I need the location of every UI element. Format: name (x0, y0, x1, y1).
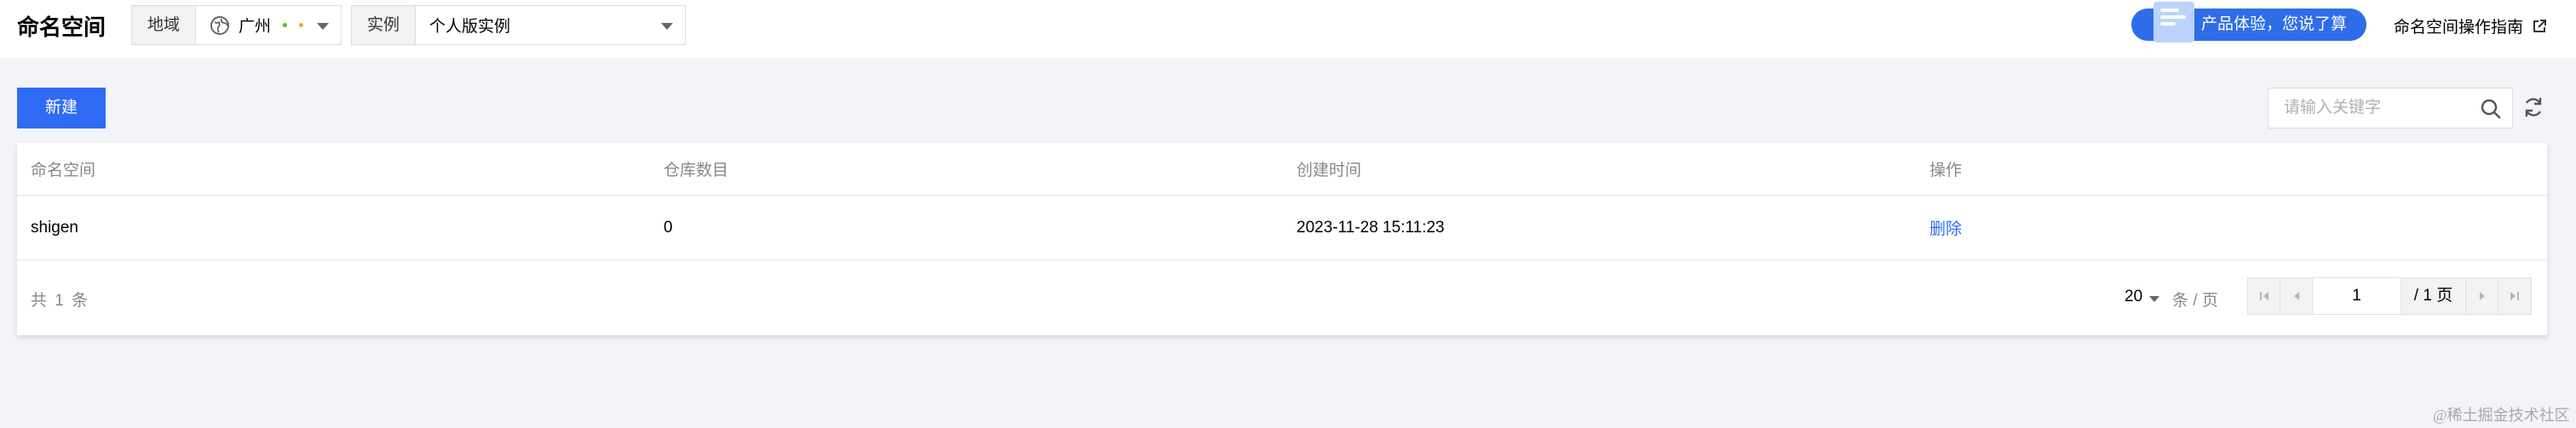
feedback-button[interactable]: 产品体验，您说了算 (2131, 2, 2366, 43)
prev-page-button[interactable] (2280, 278, 2313, 314)
external-link-icon (2533, 19, 2547, 32)
globe-icon (210, 15, 230, 35)
search-input[interactable] (2268, 88, 2473, 128)
region-value: 广州 (239, 18, 272, 36)
feedback-icon (2153, 2, 2194, 43)
region-label: 地域 (131, 5, 196, 45)
delete-link[interactable]: 删除 (1929, 220, 1962, 238)
repo-count-cell: 0 (664, 218, 673, 237)
region-dropdown[interactable]: 广州 (195, 5, 342, 45)
watermark: @稀土掘金技术社区 (2433, 407, 2570, 424)
next-page-button[interactable] (2466, 278, 2498, 314)
column-header-created-time: 创建时间 (1297, 162, 1362, 180)
instance-selector: 实例 个人版实例 (351, 5, 687, 45)
page-title: 命名空间 (17, 14, 106, 40)
instance-label: 实例 (351, 5, 416, 45)
table-header: 命名空间 仓库数目 创建时间 操作 (17, 143, 2547, 196)
refresh-icon[interactable] (2521, 95, 2545, 119)
first-page-icon (2259, 292, 2268, 300)
prev-page-icon (2293, 292, 2299, 300)
pagination-bar: 共 1 条 20 条 / 页 / 1 页 (17, 260, 2547, 335)
pager: / 1 页 (2247, 277, 2532, 315)
column-header-actions: 操作 (1929, 162, 1963, 180)
first-page-button[interactable] (2248, 278, 2280, 314)
page-number-input[interactable] (2313, 278, 2401, 314)
top-bar: 命名空间 地域 广州 实例 个人版实例 产品体验，您说了算 命名空间操作指南 (0, 0, 2576, 58)
guide-link[interactable]: 命名空间操作指南 (2394, 14, 2547, 37)
guide-link-text: 命名空间操作指南 (2394, 19, 2524, 37)
status-dot-green (283, 23, 288, 27)
status-dot-orange (299, 23, 304, 27)
namespace-table: 命名空间 仓库数目 创建时间 操作 shigen 0 2023-11-28 15… (17, 143, 2547, 335)
region-selector: 地域 广州 (131, 5, 342, 45)
actions-cell: 删除 (1916, 216, 2547, 239)
chevron-down-icon (317, 23, 330, 30)
region-status-dots (283, 23, 304, 27)
page-size-select[interactable]: 20 (2125, 288, 2160, 306)
instance-value: 个人版实例 (429, 18, 511, 36)
namespace-cell: shigen (31, 218, 78, 237)
column-header-namespace: 命名空间 (31, 162, 96, 180)
next-page-icon (2479, 292, 2485, 300)
chevron-down-icon (2149, 295, 2160, 302)
search-box (2268, 88, 2513, 128)
column-header-repo-count: 仓库数目 (664, 162, 729, 180)
new-namespace-button[interactable]: 新建 (17, 88, 106, 128)
page-size-unit: 条 / 页 (2172, 292, 2218, 310)
last-page-icon (2510, 292, 2519, 300)
chevron-down-icon (661, 23, 674, 30)
feedback-text: 产品体验，您说了算 (2201, 15, 2348, 33)
search-icon[interactable] (2480, 98, 2502, 120)
created-time-cell: 2023-11-28 15:11:23 (1297, 218, 1445, 237)
total-pages: / 1 页 (2401, 278, 2466, 314)
last-page-button[interactable] (2498, 278, 2531, 314)
page-size-value: 20 (2125, 288, 2143, 305)
instance-dropdown[interactable]: 个人版实例 (415, 5, 687, 45)
total-count: 共 1 条 (31, 292, 90, 310)
table-row: shigen 0 2023-11-28 15:11:23 删除 (17, 196, 2547, 260)
